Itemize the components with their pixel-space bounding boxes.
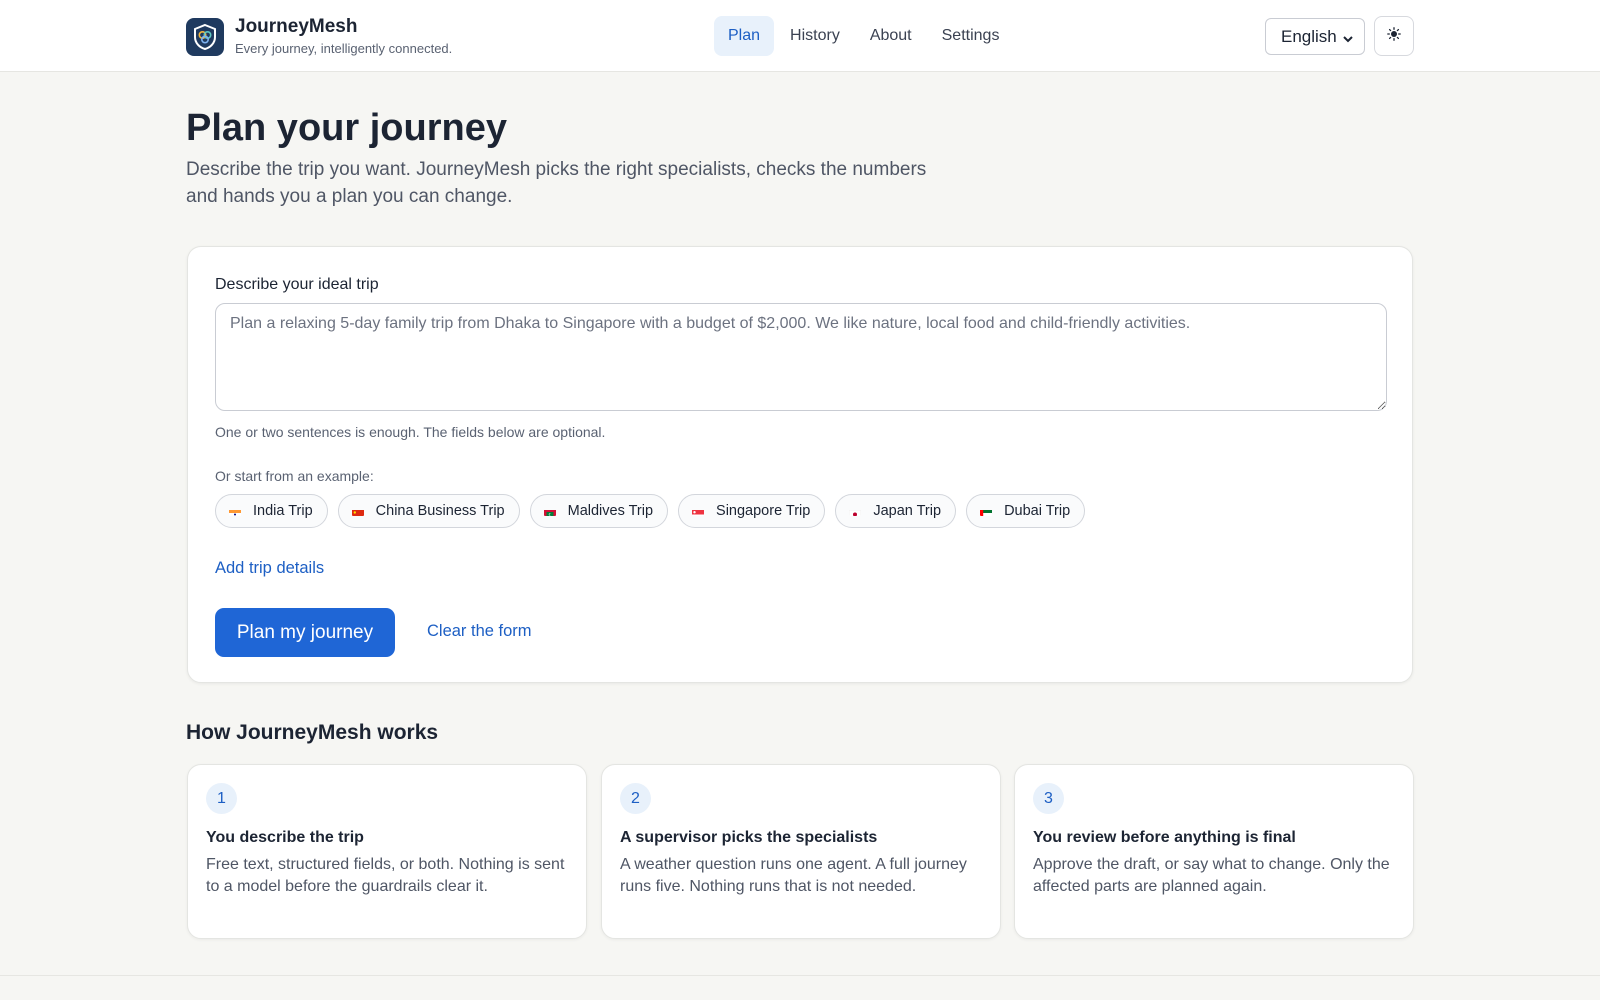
step-title: You review before anything is final [1033,829,1296,846]
step-description: Approve the draft, or say what to change… [1033,856,1390,895]
step-card-2: 2 A supervisor picks the specialists A w… [601,764,1001,939]
example-chips: India Trip China Business Trip Maldives … [215,494,1086,528]
trip-description-input[interactable] [215,303,1387,411]
step-title: You describe the trip [206,829,364,846]
brand[interactable]: JourneyMesh Every journey, intelligently… [186,16,452,58]
example-chip-japan[interactable]: Japan Trip [835,494,957,528]
example-chip-china[interactable]: China Business Trip [337,494,520,528]
chevron-down-icon [1342,30,1354,50]
nav-about[interactable]: About [856,16,926,56]
step-number: 1 [206,783,237,814]
example-chip-label: Dubai Trip [1004,503,1071,519]
plan-my-journey-button[interactable]: Plan my journey [215,608,395,657]
step-number: 3 [1033,783,1064,814]
examples-label: Or start from an example: [215,468,374,484]
trip-description-hint: One or two sentences is enough. The fiel… [215,424,606,440]
trip-form-card: Describe your ideal trip One or two sent… [187,246,1413,683]
clear-form-link[interactable]: Clear the form [427,622,532,641]
example-chip-label: China Business Trip [375,503,505,519]
example-chip-label: India Trip [253,503,313,519]
example-chip-label: Maldives Trip [567,503,654,519]
journeymesh-logo-icon [186,18,224,56]
step-description: A weather question runs one agent. A ful… [620,856,967,895]
maldives-flag-icon [543,507,556,516]
brand-tagline: Every journey, intelligently connected. [235,41,453,56]
uae-flag-icon [980,507,993,516]
trip-description-label: Describe your ideal trip [215,276,379,293]
singapore-flag-icon [692,507,705,516]
nav-plan[interactable]: Plan [714,16,775,56]
example-chip-label: Japan Trip [873,503,942,519]
example-chip-dubai[interactable]: Dubai Trip [966,494,1086,528]
example-chip-india[interactable]: India Trip [215,494,328,528]
sun-icon [1387,26,1401,46]
page-subtitle: Describe the trip you want. JourneyMesh … [186,159,927,207]
step-card-3: 3 You review before anything is final Ap… [1014,764,1414,939]
page-title: Plan your journey [186,107,507,149]
language-select[interactable]: English [1265,18,1365,55]
main-nav: Plan History About Settings [714,16,1013,56]
footer-divider [0,975,1600,976]
step-card-1: 1 You describe the trip Free text, struc… [187,764,587,939]
example-chip-maldives[interactable]: Maldives Trip [529,494,669,528]
nav-settings[interactable]: Settings [928,16,1014,56]
brand-name: JourneyMesh [235,16,358,37]
language-select-value: English [1281,26,1337,46]
nav-history[interactable]: History [776,16,854,56]
add-trip-details-link[interactable]: Add trip details [215,559,324,578]
china-flag-icon [351,507,364,516]
top-bar: JourneyMesh Every journey, intelligently… [0,0,1600,72]
example-chip-singapore[interactable]: Singapore Trip [678,494,826,528]
example-chip-label: Singapore Trip [716,503,811,519]
japan-flag-icon [849,507,862,516]
theme-toggle-button[interactable] [1374,16,1414,56]
step-number: 2 [620,783,651,814]
step-title: A supervisor picks the specialists [620,829,878,846]
india-flag-icon [229,507,241,516]
how-it-works-title: How JourneyMesh works [186,721,439,744]
step-description: Free text, structured fields, or both. N… [206,856,565,895]
